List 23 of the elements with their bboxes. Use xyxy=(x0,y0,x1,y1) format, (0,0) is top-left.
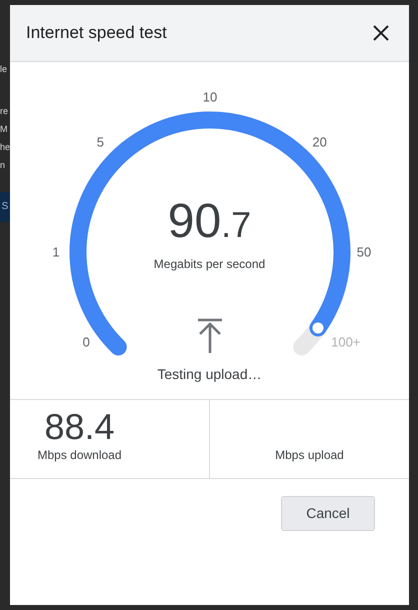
gauge-scale-label: 5 xyxy=(96,134,104,152)
background-text: M xyxy=(0,123,8,136)
gauge-scale-label: 100+ xyxy=(331,333,360,352)
gauge-scale-label: 20 xyxy=(312,134,327,152)
close-icon xyxy=(373,25,389,41)
result-label: Mbps download xyxy=(37,447,122,464)
speed-value: 90.7 xyxy=(168,194,252,250)
background-text: le xyxy=(0,63,8,76)
background-text: n xyxy=(0,159,6,172)
gauge-scale-label: 10 xyxy=(202,88,218,106)
gauge-scale-label: 1 xyxy=(52,243,60,262)
background-text: he xyxy=(0,141,10,154)
speed-unit: Megabits per second xyxy=(154,256,266,273)
result-label: Mbps upload xyxy=(275,447,344,464)
gauge-scale-label: 50 xyxy=(356,243,372,262)
upload-arrow-icon xyxy=(196,318,222,354)
result-value: 88.4 xyxy=(44,408,115,446)
dialog-title: Internet speed test xyxy=(26,22,167,44)
background-text: re xyxy=(0,105,10,118)
gauge-scale-label: 0 xyxy=(82,333,90,352)
background-button[interactable]: S xyxy=(0,192,10,222)
test-status: Testing upload… xyxy=(157,365,262,384)
cancel-button[interactable]: Cancel xyxy=(281,496,375,531)
